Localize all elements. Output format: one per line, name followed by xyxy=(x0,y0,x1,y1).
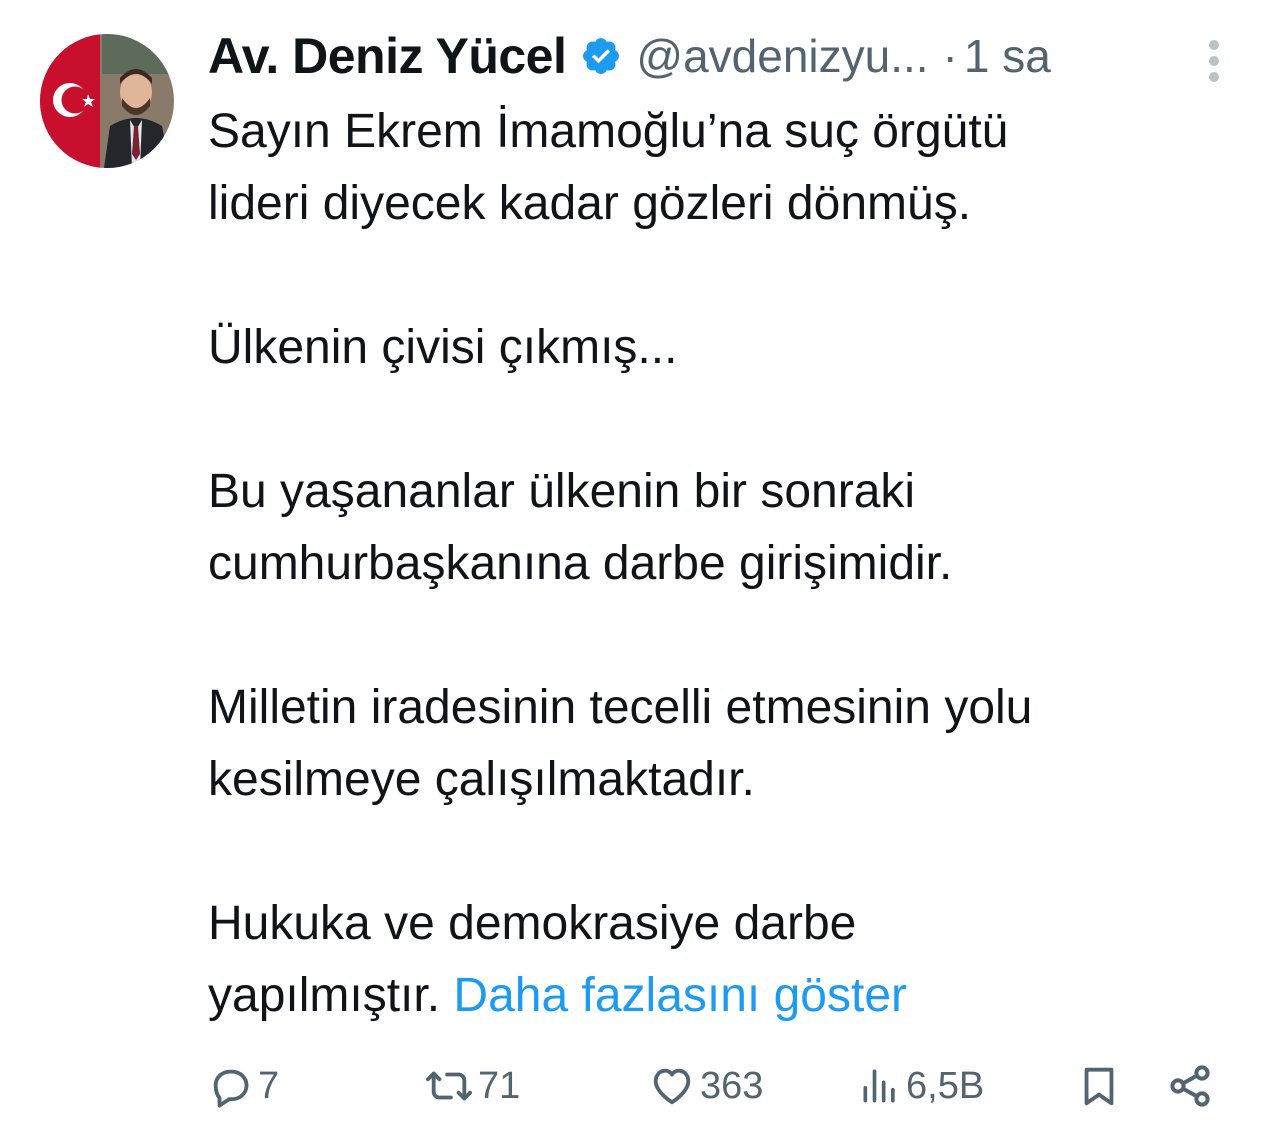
repost-button[interactable]: 71 xyxy=(424,1058,520,1114)
views-button[interactable]: 6,5B xyxy=(858,1058,984,1114)
repost-count: 71 xyxy=(478,1064,521,1107)
share-button[interactable] xyxy=(1166,1058,1214,1114)
repost-icon xyxy=(424,1063,474,1109)
verified-badge-icon xyxy=(580,35,622,77)
like-button[interactable]: 363 xyxy=(648,1058,763,1114)
tweet-line: Sayın Ekrem İmamoğlu’na suç örgütü xyxy=(208,105,1009,158)
tweet-line: Ülkenin çivisi çıkmış... xyxy=(208,321,678,374)
tweet-line: kesilmeye çalışılmaktadır. xyxy=(208,753,755,806)
tweet-header: Av. Deniz Yücel @avdenizyu... · 1 sa xyxy=(208,26,1051,86)
views-count: 6,5B xyxy=(906,1064,985,1107)
views-icon xyxy=(858,1063,902,1109)
show-more-link[interactable]: Daha fazlasını göster xyxy=(453,969,907,1022)
share-icon xyxy=(1166,1062,1214,1110)
tweet-card[interactable]: Av. Deniz Yücel @avdenizyu... · 1 sa Say… xyxy=(0,0,1280,1130)
avatar-photo xyxy=(40,34,174,168)
more-options-icon[interactable] xyxy=(1200,36,1228,86)
bookmark-button[interactable] xyxy=(1076,1058,1122,1114)
reply-count: 7 xyxy=(258,1064,280,1107)
separator-dot: · xyxy=(942,30,958,82)
tweet-text: Sayın Ekrem İmamoğlu’na suç örgütü lider… xyxy=(208,96,1218,1032)
tweet-line: lideri diyecek kadar gözleri dönmüş. xyxy=(208,177,972,230)
like-count: 363 xyxy=(700,1064,764,1107)
tweet-line: Bu yaşananlar ülkenin bir sonraki xyxy=(208,465,916,518)
author-name[interactable]: Av. Deniz Yücel xyxy=(208,27,567,85)
tweet-last-line: yapılmıştır. Daha fazlasını göster xyxy=(208,960,1218,1032)
tweet-line: Hukuka ve demokrasiye darbe xyxy=(208,897,857,950)
avatar[interactable] xyxy=(40,34,174,168)
tweet-line: cumhurbaşkanına darbe girişimidir. xyxy=(208,537,953,590)
bookmark-icon xyxy=(1076,1061,1122,1111)
tweet-line: Milletin iradesinin tecelli etmesinin yo… xyxy=(208,681,1033,734)
tweet-line-text: yapılmıştır. xyxy=(208,969,441,1022)
heart-icon xyxy=(648,1063,696,1109)
tweet-actions: 7 71 363 6,5B xyxy=(208,1058,1218,1114)
reply-button[interactable]: 7 xyxy=(208,1058,279,1114)
tweet-timestamp[interactable]: 1 sa xyxy=(964,29,1051,83)
author-handle[interactable]: @avdenizyu... xyxy=(636,29,928,83)
reply-icon xyxy=(208,1063,254,1109)
